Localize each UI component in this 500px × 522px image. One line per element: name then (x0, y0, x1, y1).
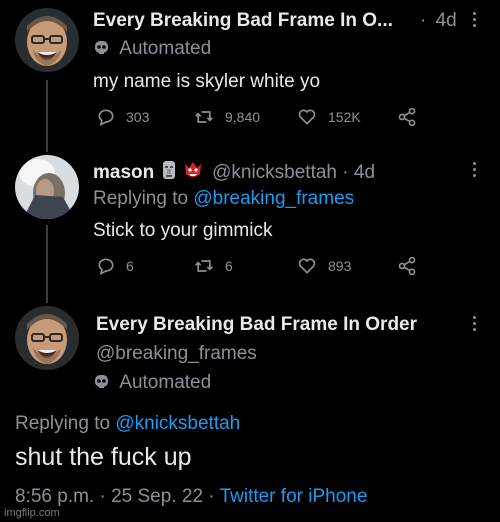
tweet-footer: 8:56 p.m. · 25 Sep. 22 · Twitter for iPh… (15, 486, 367, 508)
replying-to-prefix: Replying to (93, 188, 189, 209)
separator: · (208, 486, 215, 507)
reply-button[interactable]: 303 (96, 107, 149, 127)
like-count: 893 (328, 258, 352, 274)
replying-to-prefix: Replying to (15, 413, 111, 434)
separator: · (342, 162, 349, 183)
replying-to-handle[interactable]: @knicksbettah (115, 413, 240, 434)
robot-icon (93, 39, 110, 62)
like-button[interactable]: 152K (296, 107, 361, 127)
like-icon (298, 109, 316, 125)
timestamp[interactable]: 8:56 p.m. · 25 Sep. 22 (15, 486, 203, 507)
thread-line-1 (46, 80, 48, 152)
tweet-text: Stick to your gimmick (93, 220, 273, 241)
reply-button[interactable]: 6 (96, 256, 134, 276)
tweet-time[interactable]: 4d (354, 162, 375, 183)
like-button[interactable]: 893 (296, 256, 351, 276)
like-count: 152K (328, 109, 361, 125)
handle[interactable]: @knicksbettah (212, 162, 337, 183)
tweet-text: my name is skyler white yo (93, 71, 321, 92)
robot-icon (93, 373, 110, 396)
retweet-count: 6 (225, 258, 233, 274)
share-button[interactable] (397, 107, 417, 127)
more-icon[interactable] (473, 316, 477, 334)
client-link[interactable]: Twitter for iPhone (220, 486, 368, 507)
avatar-walter-image (15, 8, 79, 72)
reply-icon (98, 109, 114, 127)
retweet-count: 9,840 (225, 109, 261, 125)
tweet-text: shut the fuck up (15, 443, 192, 471)
goblin-emoji (183, 160, 203, 186)
tweet-header: mason @knicksbettah · 4d (93, 160, 375, 186)
automated-text: Automated (119, 38, 212, 59)
share-icon (398, 107, 416, 127)
retweet-button[interactable]: 6 (193, 256, 233, 276)
display-name[interactable]: Every Breaking Bad Frame In O... (93, 10, 393, 32)
retweet-icon (195, 260, 213, 272)
replying-to: Replying to @knicksbettah (15, 413, 240, 435)
reply-count: 303 (126, 109, 150, 125)
separator: · (420, 10, 427, 31)
display-name[interactable]: mason (93, 162, 154, 183)
automated-label: Automated (93, 38, 211, 62)
handle[interactable]: @breaking_frames (96, 343, 257, 365)
avatar[interactable] (15, 155, 79, 219)
automated-label: Automated (93, 372, 211, 396)
avatar-walter-image (15, 306, 79, 370)
more-icon[interactable] (473, 12, 477, 30)
automated-text: Automated (119, 372, 212, 393)
thread-line-2 (46, 225, 48, 303)
moai-emoji (160, 160, 178, 186)
like-icon (298, 258, 316, 274)
avatar-mason-image (15, 155, 79, 219)
share-icon (398, 256, 416, 276)
share-button[interactable] (397, 256, 417, 276)
retweet-icon (195, 111, 213, 123)
replying-to: Replying to @breaking_frames (93, 188, 354, 210)
time-text[interactable]: 4d (436, 10, 457, 31)
reply-icon (98, 258, 114, 276)
retweet-button[interactable]: 9,840 (193, 107, 260, 127)
watermark: imgflip.com (4, 507, 60, 519)
avatar[interactable] (15, 306, 79, 370)
replying-to-handle[interactable]: @breaking_frames (193, 188, 354, 209)
avatar[interactable] (15, 8, 79, 72)
reply-count: 6 (126, 258, 134, 274)
more-icon[interactable] (473, 162, 477, 180)
tweet-time[interactable]: · 4d (420, 10, 457, 32)
display-name[interactable]: Every Breaking Bad Frame In Order (96, 314, 417, 336)
